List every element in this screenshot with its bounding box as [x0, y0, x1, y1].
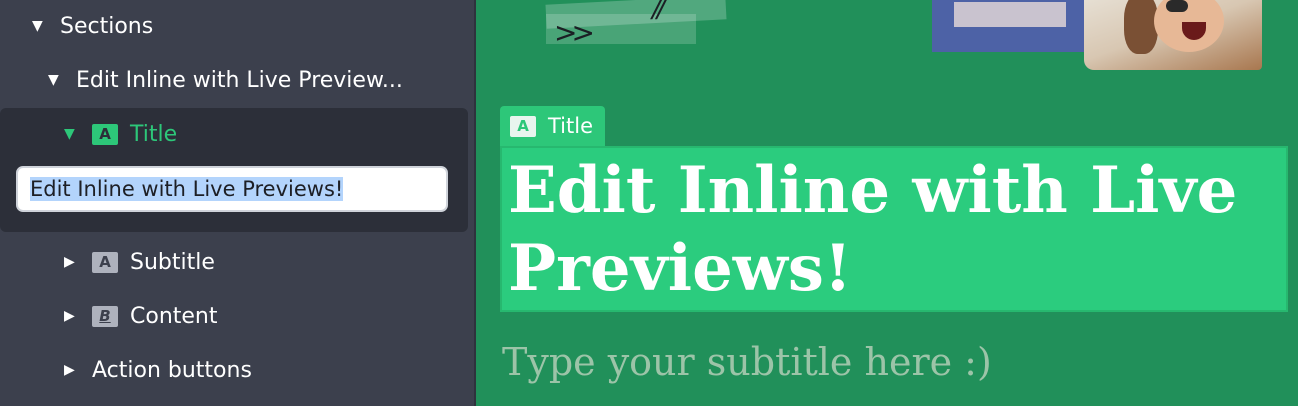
- caret-down-icon[interactable]: [64, 127, 84, 141]
- text-type-icon: A: [92, 123, 118, 145]
- field-tag-title[interactable]: A Title: [500, 106, 606, 146]
- tree-item-label: Action buttons: [92, 357, 252, 383]
- tree-item-label: Edit Inline with Live Preview...: [76, 67, 403, 93]
- hero-photo: [1084, 0, 1262, 70]
- photo-frame-inner: [954, 2, 1066, 27]
- live-preview: >> // A Title Edit Inline with Live Prev…: [476, 0, 1298, 406]
- slashes-decoration: //: [652, 0, 665, 24]
- tree-item-title[interactable]: A Title: [64, 119, 177, 149]
- subtitle-placeholder[interactable]: Type your subtitle here :): [502, 340, 992, 384]
- caret-right-icon[interactable]: [64, 255, 84, 269]
- chevrons-decoration: >>: [554, 16, 595, 49]
- tree-item-label: Content: [130, 303, 218, 329]
- title-inline-input[interactable]: Edit Inline with Live Previews!: [16, 166, 448, 212]
- page-title[interactable]: Edit Inline with Live Previews!: [508, 152, 1276, 308]
- text-type-icon: A: [92, 251, 118, 273]
- tree-item-label: Title: [130, 121, 178, 147]
- title-editable-area[interactable]: Edit Inline with Live Previews!: [500, 146, 1288, 312]
- caret-right-icon[interactable]: [64, 309, 84, 323]
- tree-item-section[interactable]: Edit Inline with Live Preview...: [48, 65, 403, 95]
- tree-item-content[interactable]: B Content: [64, 301, 218, 331]
- caret-down-icon[interactable]: [48, 73, 68, 87]
- sidebar: Sections Edit Inline with Live Preview..…: [0, 0, 474, 406]
- input-value: Edit Inline with Live Previews!: [30, 177, 344, 201]
- text-type-icon: A: [510, 115, 536, 137]
- rich-text-type-icon: B: [92, 305, 118, 327]
- tree-item-sections[interactable]: Sections: [32, 11, 153, 41]
- caret-down-icon[interactable]: [32, 19, 52, 33]
- tree-item-subtitle[interactable]: A Subtitle: [64, 247, 215, 277]
- caret-right-icon[interactable]: [64, 363, 84, 377]
- tree-item-action-buttons[interactable]: Action buttons: [64, 355, 252, 385]
- tree-item-label: Subtitle: [130, 249, 215, 275]
- tree-item-label: Sections: [60, 13, 154, 39]
- field-tag-label: Title: [548, 114, 594, 138]
